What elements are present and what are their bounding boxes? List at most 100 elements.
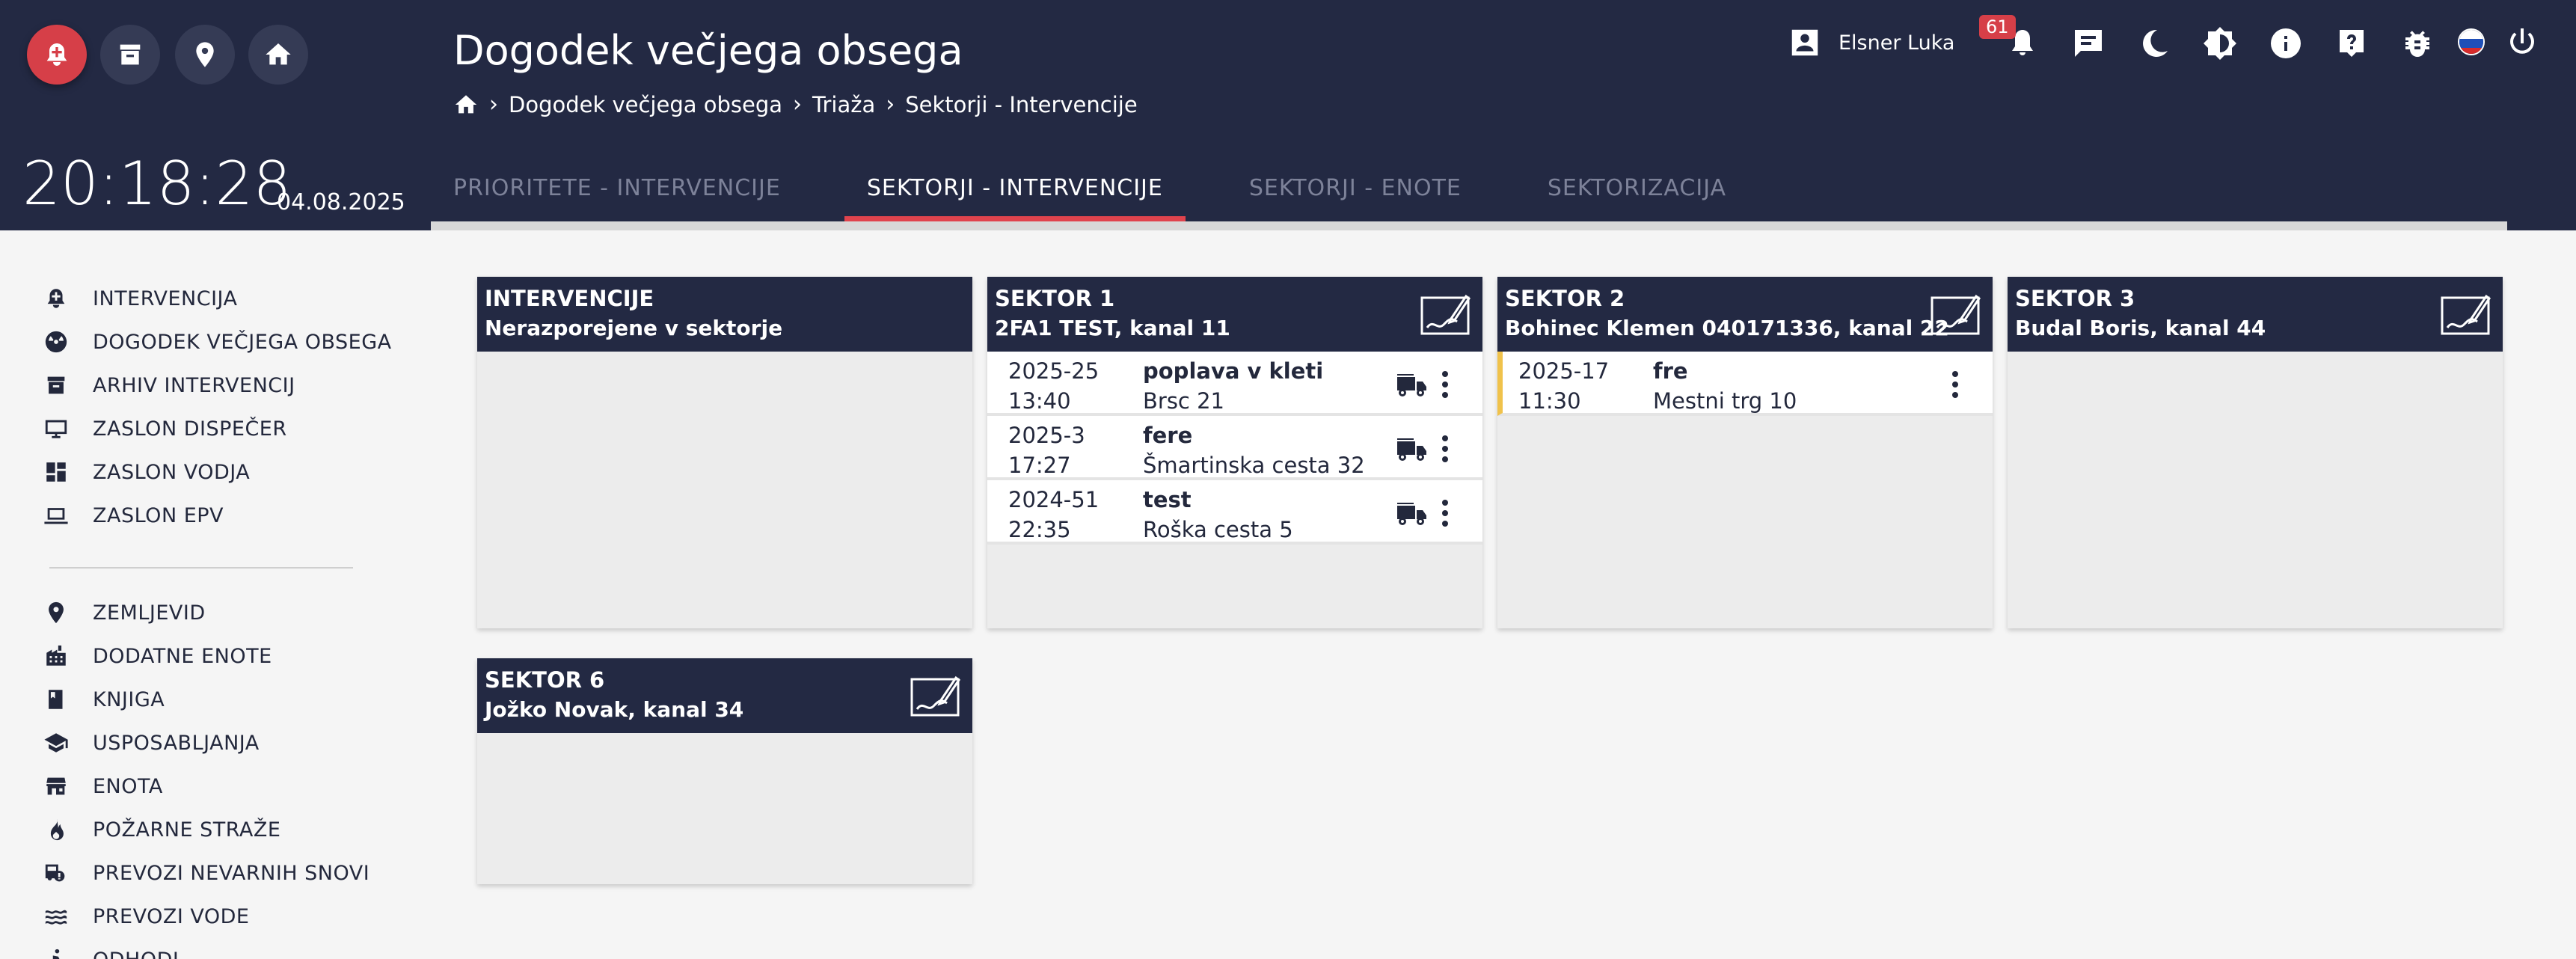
brightness-button[interactable] bbox=[2202, 25, 2238, 61]
language-flag-icon[interactable] bbox=[2458, 28, 2485, 55]
sidebar-item-prevozi-vode[interactable]: PREVOZI VODE bbox=[43, 904, 250, 929]
more-vert-icon[interactable] bbox=[1438, 432, 1453, 465]
brightness-icon bbox=[2204, 27, 2236, 60]
buildings-icon bbox=[46, 645, 66, 666]
archive-icon bbox=[120, 44, 141, 65]
panel-subtitle: 2FA1 TEST, kanal 11 bbox=[995, 316, 1230, 340]
location-pin-icon bbox=[196, 42, 214, 67]
intervention-row[interactable]: 2025-3 17:27 fere Šmartinska cesta 32 bbox=[987, 416, 1482, 480]
intervention-code: 2025-25 bbox=[1008, 358, 1100, 384]
messages-button[interactable] bbox=[2070, 25, 2106, 61]
panel-subtitle: Jožko Novak, kanal 34 bbox=[485, 697, 744, 722]
sidebar-item-prevozi-nevarnih-snovi[interactable]: PREVOZI NEVARNIH SNOVI bbox=[43, 860, 369, 886]
fire-truck-icon bbox=[1397, 438, 1426, 461]
sidebar-item-pozarne-straze[interactable]: POŽARNE STRAŽE bbox=[43, 817, 280, 842]
draw-sector-icon[interactable] bbox=[1420, 293, 1471, 337]
more-vert-icon[interactable] bbox=[1948, 368, 1963, 401]
panel-sektor-3: SEKTOR 3 Budal Boris, kanal 44 bbox=[2008, 277, 2503, 628]
tab-sektorizacija[interactable]: SEKTORIZACIJA bbox=[1525, 154, 1749, 221]
user-menu[interactable]: Elsner Luka bbox=[1788, 25, 1954, 60]
panel-subtitle: Bohinec Klemen 040171336, kanal 22 bbox=[1505, 316, 1949, 340]
map-button[interactable] bbox=[175, 25, 235, 85]
power-icon bbox=[2510, 28, 2534, 54]
notification-badge: 61 bbox=[1979, 15, 2016, 39]
home-icon bbox=[266, 43, 291, 65]
logout-button[interactable] bbox=[2504, 25, 2540, 61]
sidebar-item-usposabljanja[interactable]: USPOSABLJANJA bbox=[43, 730, 260, 756]
monitor-icon bbox=[45, 420, 67, 438]
sidebar-item-label: ZASLON DISPEČER bbox=[93, 417, 287, 441]
sidebar-item-label: ARHIV INTERVENCIJ bbox=[93, 373, 295, 397]
draw-sector-icon[interactable] bbox=[2440, 293, 2491, 337]
panel-header: SEKTOR 6 Jožko Novak, kanal 34 bbox=[477, 658, 972, 733]
intervention-code: 2025-17 bbox=[1518, 358, 1610, 384]
more-vert-icon[interactable] bbox=[1438, 497, 1453, 530]
breadcrumb-item[interactable]: Dogodek večjega obsega bbox=[509, 92, 782, 117]
panel-sektor-6: SEKTOR 6 Jožko Novak, kanal 34 bbox=[477, 658, 972, 884]
breadcrumb-item: Sektorji - Intervencije bbox=[905, 91, 1138, 117]
sidebar-item-label: PREVOZI VODE bbox=[93, 904, 250, 928]
tab-prioritete-intervencije[interactable]: PRIORITETE - INTERVENCIJE bbox=[431, 154, 803, 221]
intervention-row[interactable]: 2025-17 11:30 fre Mestni trg 10 bbox=[1497, 352, 1993, 416]
book-icon bbox=[49, 690, 63, 709]
sidebar-item-knjiga[interactable]: KNJIGA bbox=[43, 687, 165, 712]
intervention-row[interactable]: 2025-25 13:40 poplava v kleti Brsc 21 bbox=[987, 352, 1482, 416]
home-button[interactable] bbox=[248, 25, 308, 85]
page-title: Dogodek večjega obsega bbox=[453, 27, 963, 74]
sidebar-item-label: PREVOZI NEVARNIH SNOVI bbox=[93, 861, 370, 885]
tab-sektorji-intervencije[interactable]: SEKTORJI - INTERVENCIJE bbox=[844, 154, 1186, 221]
draw-sector-icon[interactable] bbox=[910, 675, 960, 718]
sidebar-item-zaslon-epv[interactable]: ZASLON EPV bbox=[43, 503, 224, 528]
intervention-time: 13:40 bbox=[1008, 388, 1071, 414]
sidebar-divider bbox=[49, 567, 353, 569]
sidebar-item-zaslon-vodja[interactable]: ZASLON VODJA bbox=[43, 459, 250, 485]
info-button[interactable] bbox=[2268, 25, 2304, 61]
sidebar-item-dogodek-vecjega-obsega[interactable]: DOGODEK VEČJEGA OBSEGA bbox=[43, 329, 392, 355]
radiation-icon bbox=[45, 331, 67, 353]
sidebar-item-dodatne-enote[interactable]: DODATNE ENOTE bbox=[43, 643, 272, 669]
home-icon[interactable] bbox=[453, 92, 479, 117]
sidebar-item-label: INTERVENCIJA bbox=[93, 287, 238, 310]
intervention-code: 2024-51 bbox=[1008, 487, 1100, 512]
breadcrumb: › Dogodek večjega obsega › Triaža › Sekt… bbox=[453, 91, 1138, 117]
archive-icon bbox=[47, 376, 65, 394]
date: 04.08.2025 bbox=[277, 189, 405, 215]
bug-report-button[interactable] bbox=[2399, 25, 2435, 61]
draw-sector-icon[interactable] bbox=[1930, 293, 1981, 337]
tab-sektorji-enote[interactable]: SEKTORJI - ENOTE bbox=[1227, 154, 1484, 221]
sidebar-item-zaslon-dispecer[interactable]: ZASLON DISPEČER bbox=[43, 416, 287, 441]
panel-sektor-1: SEKTOR 1 2FA1 TEST, kanal 11 2025-25 13:4… bbox=[987, 277, 1482, 628]
dark-mode-button[interactable] bbox=[2136, 25, 2172, 61]
moon-icon bbox=[2143, 29, 2168, 57]
help-button[interactable] bbox=[2334, 25, 2370, 61]
info-icon bbox=[2271, 28, 2301, 58]
intervention-name: test bbox=[1143, 487, 1192, 512]
user-name: Elsner Luka bbox=[1839, 31, 1955, 55]
panel-title: SEKTOR 1 bbox=[995, 286, 1115, 311]
intervention-address: Roška cesta 5 bbox=[1143, 517, 1293, 542]
help-icon bbox=[2340, 30, 2364, 57]
panel-header: SEKTOR 2 Bohinec Klemen 040171336, kanal… bbox=[1497, 277, 1993, 352]
sidebar: INTERVENCIJA DOGODEK VEČJEGA OBSEGA ARHI… bbox=[0, 230, 419, 959]
sidebar-item-arhiv-intervencij[interactable]: ARHIV INTERVENCIJ bbox=[43, 373, 295, 398]
intervention-row[interactable]: 2024-51 22:35 test Roška cesta 5 bbox=[987, 480, 1482, 545]
graduation-cap-icon bbox=[44, 733, 68, 753]
breadcrumb-item[interactable]: Triaža bbox=[812, 92, 875, 117]
more-vert-icon[interactable] bbox=[1438, 368, 1453, 401]
archive-button[interactable] bbox=[100, 25, 160, 85]
chat-icon bbox=[2075, 30, 2102, 57]
sidebar-item-label: DODATNE ENOTE bbox=[93, 644, 272, 668]
sidebar-item-enota[interactable]: ENOTA bbox=[43, 773, 163, 799]
sidebar-item-intervencija[interactable]: INTERVENCIJA bbox=[43, 286, 238, 311]
tab-underline-track bbox=[431, 221, 2507, 230]
bug-icon bbox=[2405, 31, 2429, 57]
intervention-address: Šmartinska cesta 32 bbox=[1143, 453, 1365, 478]
sidebar-item-label: USPOSABLJANJA bbox=[93, 731, 260, 755]
intervention-address: Mestni trg 10 bbox=[1653, 388, 1797, 414]
water-waves-icon bbox=[45, 910, 67, 925]
panel-title: SEKTOR 3 bbox=[2015, 286, 2135, 311]
new-intervention-button[interactable] bbox=[27, 25, 87, 85]
sidebar-item-zemljevid[interactable]: ZEMLJEVID bbox=[43, 600, 206, 625]
walking-icon bbox=[52, 949, 60, 959]
sidebar-item-odhodi[interactable]: ODHODI bbox=[43, 947, 179, 959]
